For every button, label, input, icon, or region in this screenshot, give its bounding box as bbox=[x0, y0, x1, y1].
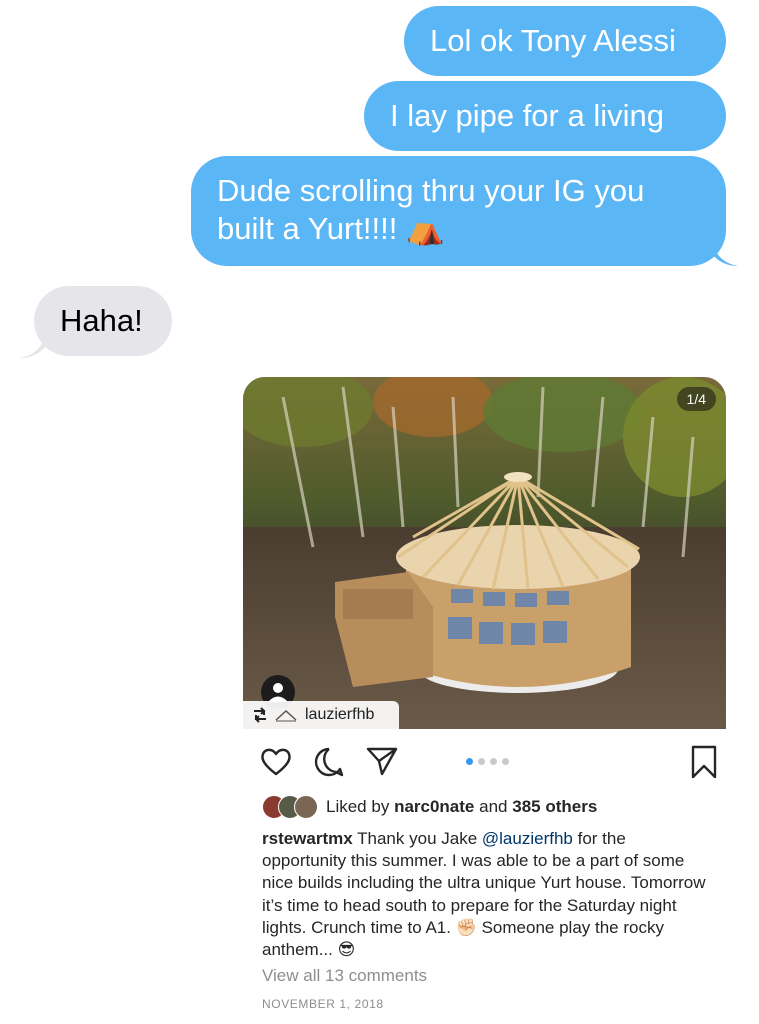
caption-mention[interactable]: @lauzierfhb bbox=[482, 829, 573, 848]
repost-username: lauzierfhb bbox=[305, 706, 375, 723]
post-caption: rstewartmx Thank you Jake @lauzierfhb fo… bbox=[262, 828, 712, 961]
carousel-indicator bbox=[466, 758, 509, 765]
post-image[interactable]: 1/4 lauzierfhb bbox=[243, 377, 726, 729]
carousel-dot bbox=[490, 758, 497, 765]
heart-icon[interactable] bbox=[260, 746, 292, 776]
bookmark-icon[interactable] bbox=[690, 745, 718, 779]
message-out-1[interactable]: Lol ok Tony Alessi bbox=[404, 6, 726, 76]
bubble-tail-icon bbox=[20, 332, 46, 358]
avatar bbox=[294, 795, 318, 819]
brand-logo-icon bbox=[275, 709, 297, 722]
carousel-dot bbox=[502, 758, 509, 765]
message-in-1[interactable]: Haha! bbox=[34, 286, 172, 356]
bubble-tail-icon bbox=[712, 240, 738, 266]
carousel-dot bbox=[478, 758, 485, 765]
likes-line[interactable]: Liked by narc0nate and 385 others bbox=[262, 795, 597, 819]
comment-icon[interactable] bbox=[313, 746, 345, 778]
liked-by-and: and bbox=[479, 797, 508, 816]
view-all-comments-link[interactable]: View all 13 comments bbox=[262, 966, 427, 986]
liked-by-prefix: Liked by bbox=[326, 797, 390, 816]
repost-tag[interactable]: lauzierfhb bbox=[243, 701, 399, 729]
post-date: NOVEMBER 1, 2018 bbox=[262, 997, 384, 1011]
message-text-line-1: Dude scrolling thru your IG you bbox=[217, 173, 645, 208]
caption-username[interactable]: rstewartmx bbox=[262, 829, 353, 848]
message-text: I lay pipe for a living bbox=[390, 98, 664, 133]
message-text-line-2: built a Yurt!!!! ⛺ bbox=[217, 211, 445, 246]
share-icon[interactable] bbox=[366, 746, 398, 776]
message-text: Lol ok Tony Alessi bbox=[430, 23, 676, 58]
liked-by-others[interactable]: 385 others bbox=[512, 797, 597, 817]
message-text: Haha! bbox=[60, 303, 143, 338]
liked-by-user[interactable]: narc0nate bbox=[394, 797, 474, 817]
message-out-3[interactable]: Dude scrolling thru your IG you built a … bbox=[191, 156, 726, 266]
image-counter: 1/4 bbox=[676, 387, 716, 411]
message-out-2[interactable]: I lay pipe for a living bbox=[364, 81, 726, 151]
yurt-photo bbox=[243, 377, 726, 729]
repost-icon bbox=[254, 707, 266, 723]
caption-text-1: Thank you Jake bbox=[357, 829, 478, 848]
liker-avatars bbox=[262, 795, 318, 819]
caption-text-2: for the opportunity this summer. I was a… bbox=[262, 829, 706, 960]
carousel-dot bbox=[466, 758, 473, 765]
